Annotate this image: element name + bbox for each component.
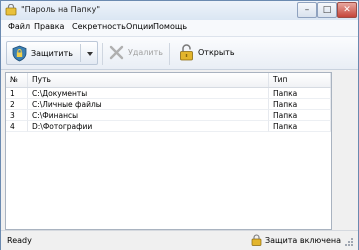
menu-help[interactable]: Помощь bbox=[153, 22, 187, 31]
protect-button[interactable]: Защитить bbox=[6, 41, 98, 65]
maximize-button[interactable]: □ bbox=[317, 2, 337, 18]
row-type: Папка bbox=[269, 88, 331, 99]
shield-lock-icon bbox=[12, 45, 27, 62]
menu-file[interactable]: Файл bbox=[8, 22, 30, 31]
window-title: "Пароль на Папку" bbox=[21, 5, 101, 14]
row-number: 4 bbox=[6, 121, 28, 132]
protect-label: Защитить bbox=[31, 49, 73, 58]
row-path: C:\Личные файлы bbox=[28, 99, 269, 110]
row-type: Папка bbox=[269, 99, 331, 110]
split-divider bbox=[80, 44, 81, 62]
minimize-button[interactable]: – bbox=[297, 2, 317, 18]
row-path: C:\Финансы bbox=[28, 110, 269, 121]
menu-edit[interactable]: Правка bbox=[34, 22, 64, 31]
row-path: D:\Фотографии bbox=[28, 121, 269, 132]
menu-bar: Файл Правка Секретность Опции Помощь bbox=[1, 20, 358, 36]
row-path: C:\Документы bbox=[28, 88, 269, 99]
toolbar: Защитить Удалить Открыть bbox=[1, 36, 358, 70]
table-row[interactable]: 4 D:\Фотографии Папка bbox=[6, 121, 331, 132]
row-number: 1 bbox=[6, 88, 28, 99]
app-lock-icon bbox=[5, 4, 17, 16]
row-number: 2 bbox=[6, 99, 28, 110]
protection-status: Защита включена bbox=[265, 236, 342, 245]
title-bar[interactable]: "Пароль на Папку" – □ ✕ bbox=[1, 1, 358, 21]
column-header-number[interactable]: № bbox=[6, 73, 28, 87]
table-row[interactable]: 2 C:\Личные файлы Папка bbox=[6, 99, 331, 110]
menu-options[interactable]: Опции bbox=[126, 22, 153, 31]
lock-icon bbox=[251, 234, 262, 246]
delete-x-icon bbox=[109, 45, 124, 60]
close-button[interactable]: ✕ bbox=[337, 2, 357, 18]
list-header: № Путь Тип bbox=[6, 73, 331, 88]
app-window: "Пароль на Папку" – □ ✕ Файл Правка Секр… bbox=[0, 0, 359, 250]
delete-button[interactable]: Удалить bbox=[103, 41, 165, 65]
open-button[interactable]: Открыть bbox=[173, 41, 235, 65]
table-row[interactable]: 3 C:\Финансы Папка bbox=[6, 110, 331, 121]
status-text: Ready bbox=[7, 236, 32, 245]
table-row[interactable]: 1 C:\Документы Папка bbox=[6, 88, 331, 99]
status-bar: Ready Защита включена bbox=[1, 230, 358, 250]
folder-list[interactable]: № Путь Тип 1 C:\Документы Папка 2 C:\Лич… bbox=[5, 72, 332, 230]
resize-grip-icon[interactable] bbox=[344, 237, 354, 247]
row-type: Папка bbox=[269, 110, 331, 121]
column-header-path[interactable]: Путь bbox=[28, 73, 269, 87]
row-number: 3 bbox=[6, 110, 28, 121]
toolbar-separator bbox=[169, 43, 170, 65]
column-header-type[interactable]: Тип bbox=[269, 73, 331, 87]
chevron-down-icon[interactable] bbox=[87, 52, 93, 56]
row-type: Папка bbox=[269, 121, 331, 132]
padlock-open-icon bbox=[180, 44, 193, 61]
delete-label: Удалить bbox=[128, 48, 163, 57]
open-label: Открыть bbox=[198, 48, 235, 57]
menu-security[interactable]: Секретность bbox=[72, 22, 126, 31]
